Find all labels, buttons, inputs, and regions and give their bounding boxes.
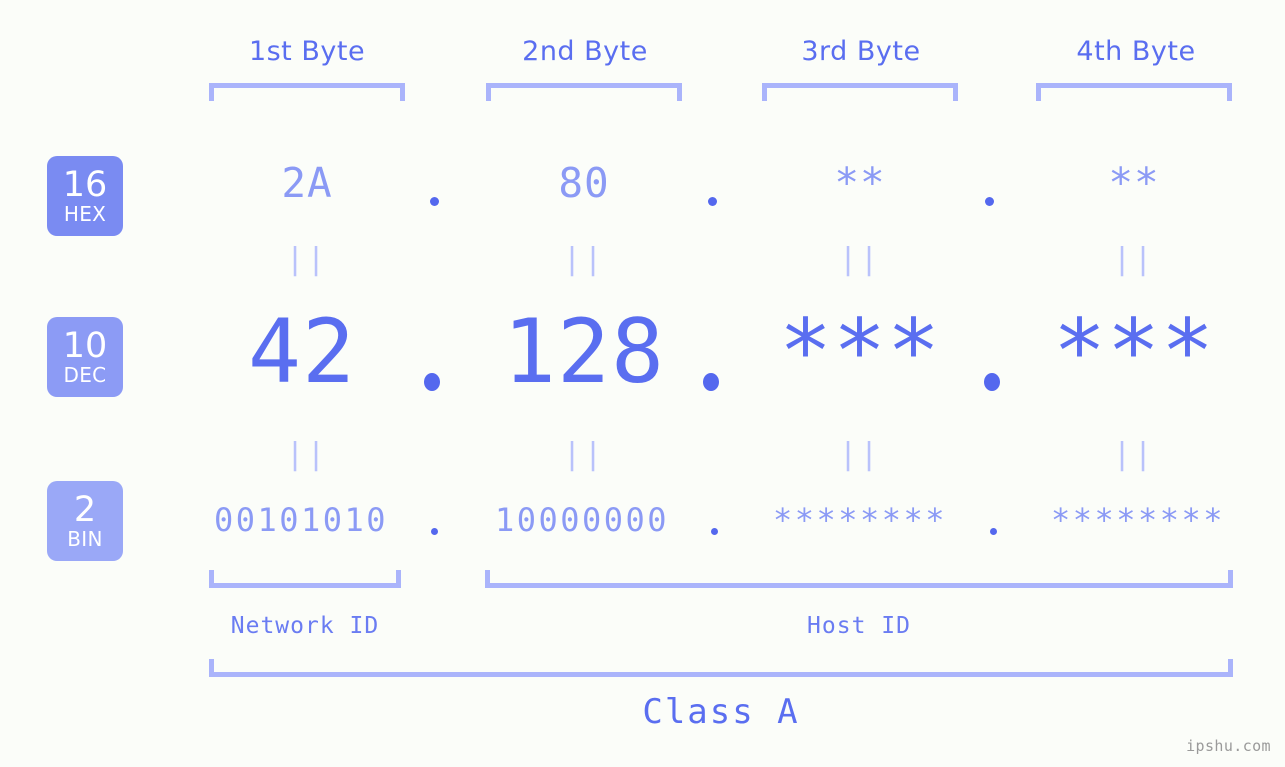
equals-connector-hex-dec-1: || xyxy=(285,242,329,277)
ip-class-bracket xyxy=(209,659,1233,677)
byte-header-3: 3rd Byte xyxy=(801,36,921,67)
hex-byte-1: 2A xyxy=(281,159,333,207)
site-watermark: ipshu.com xyxy=(1186,737,1271,755)
dec-separator-dot-1 xyxy=(424,373,440,391)
equals-connector-hex-dec-4: || xyxy=(1112,242,1156,277)
bin-byte-3: ******** xyxy=(772,501,948,539)
bin-byte-1: 00101010 xyxy=(213,501,389,539)
ip-address-breakdown-diagram: 1st Byte 2nd Byte 3rd Byte 4th Byte 16 H… xyxy=(0,0,1285,767)
equals-connector-dec-bin-4: || xyxy=(1112,437,1156,472)
base-badge-dec: 10 DEC xyxy=(47,317,123,397)
equals-connector-dec-bin-2: || xyxy=(562,437,606,472)
base-badge-bin-label: BIN xyxy=(67,527,103,551)
equals-connector-hex-dec-2: || xyxy=(562,242,606,277)
dec-separator-dot-3 xyxy=(984,373,1000,391)
byte-header-2: 2nd Byte xyxy=(522,36,648,67)
bin-separator-dot-1 xyxy=(431,528,438,535)
byte-header-1: 1st Byte xyxy=(248,36,366,67)
byte-bracket-3 xyxy=(762,83,958,101)
ip-class-label: Class A xyxy=(642,692,800,732)
hex-separator-dot-2 xyxy=(708,197,717,206)
base-badge-hex: 16 HEX xyxy=(47,156,123,236)
bin-byte-4: ******** xyxy=(1050,501,1226,539)
hex-separator-dot-1 xyxy=(430,197,439,206)
base-badge-dec-label: DEC xyxy=(63,363,107,387)
dec-byte-3: *** xyxy=(779,300,941,403)
hex-separator-dot-3 xyxy=(985,197,994,206)
hex-byte-3: ** xyxy=(834,159,886,207)
bin-separator-dot-2 xyxy=(711,528,718,535)
equals-connector-dec-bin-1: || xyxy=(285,437,329,472)
host-id-label: Host ID xyxy=(807,613,911,639)
host-id-bracket xyxy=(485,570,1233,588)
dec-byte-2: 128 xyxy=(503,300,665,403)
hex-byte-2: 80 xyxy=(558,159,610,207)
bin-byte-2: 10000000 xyxy=(494,501,670,539)
byte-bracket-1 xyxy=(209,83,405,101)
byte-bracket-4 xyxy=(1036,83,1232,101)
dec-separator-dot-2 xyxy=(703,373,719,391)
base-badge-bin-number: 2 xyxy=(73,490,97,530)
base-badge-bin: 2 BIN xyxy=(47,481,123,561)
base-badge-dec-number: 10 xyxy=(62,326,108,366)
dec-byte-4: *** xyxy=(1053,300,1215,403)
byte-header-4: 4th Byte xyxy=(1076,36,1196,67)
dec-byte-1: 42 xyxy=(248,300,356,403)
equals-connector-hex-dec-3: || xyxy=(838,242,882,277)
network-id-bracket xyxy=(209,570,401,588)
byte-bracket-2 xyxy=(486,83,682,101)
base-badge-hex-number: 16 xyxy=(62,165,108,205)
bin-separator-dot-3 xyxy=(990,528,997,535)
equals-connector-dec-bin-3: || xyxy=(838,437,882,472)
base-badge-hex-label: HEX xyxy=(63,202,107,226)
hex-byte-4: ** xyxy=(1108,159,1160,207)
network-id-label: Network ID xyxy=(230,613,380,639)
